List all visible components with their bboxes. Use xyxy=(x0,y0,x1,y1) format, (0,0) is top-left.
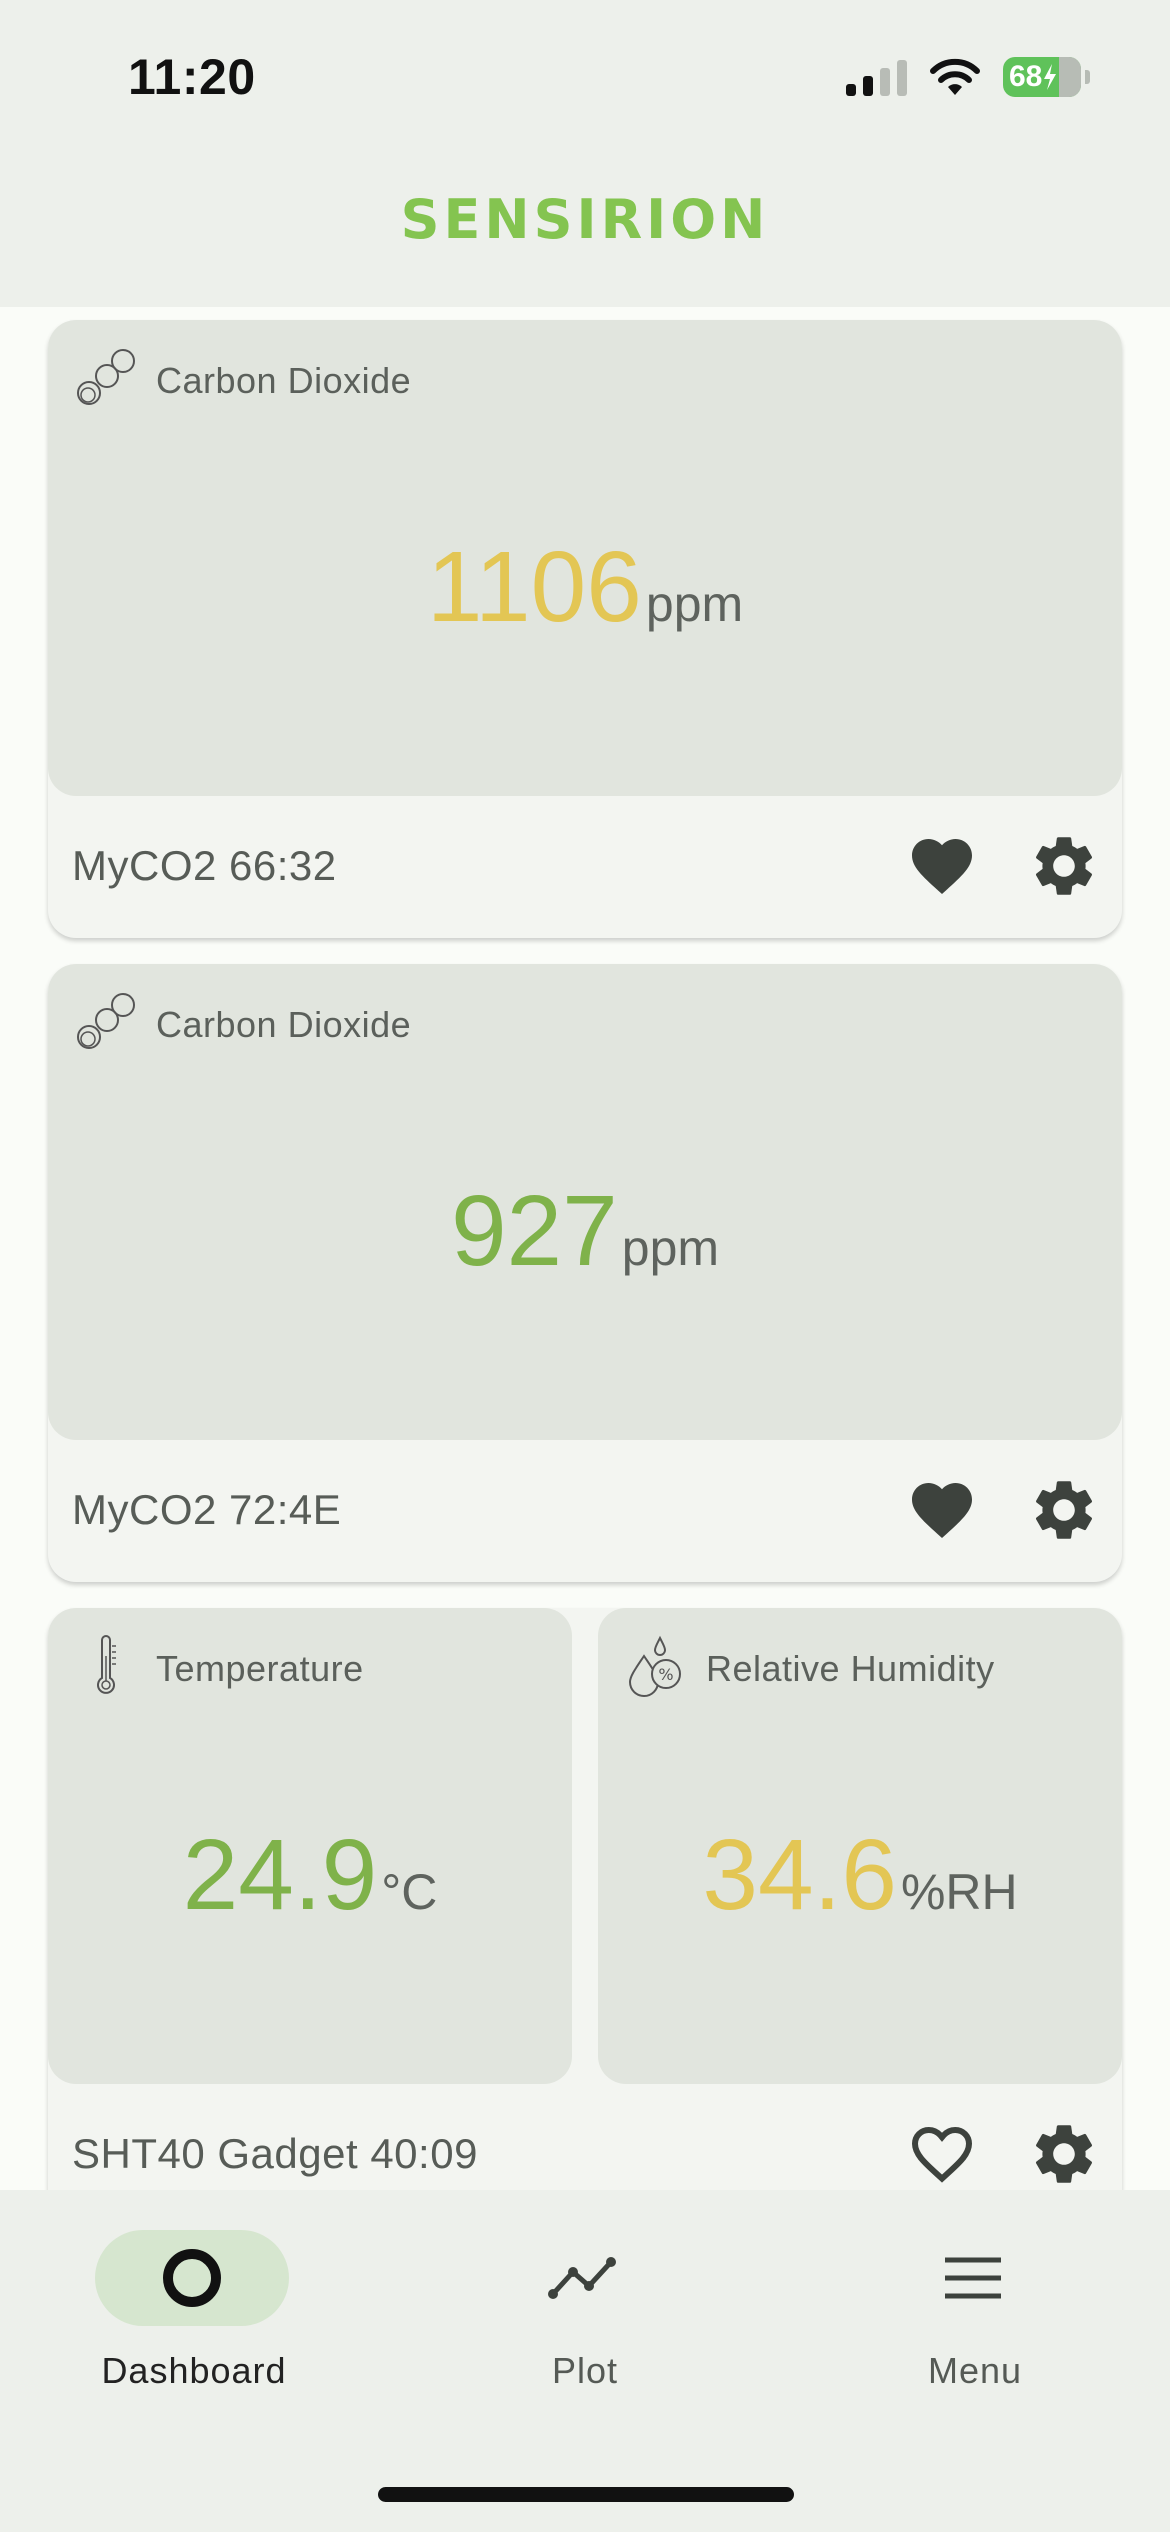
nav-label: Plot xyxy=(551,2350,619,2391)
sensor-unit: %RH xyxy=(900,1864,1018,1920)
sensor-unit: ppm xyxy=(645,576,744,632)
sensor-reading: 927ppm xyxy=(48,1174,1122,1289)
sensor-value: 24.9 xyxy=(182,1819,378,1931)
nav-item-plot[interactable]: Plot xyxy=(465,2230,705,2391)
sensor-value: 927 xyxy=(450,1175,618,1287)
status-icons: 68 xyxy=(846,54,1090,100)
sensor-reading: 24.9°C xyxy=(48,1818,572,1933)
molecule-icon xyxy=(77,993,135,1049)
sensor-tile-co2[interactable]: Carbon Dioxide 927ppm xyxy=(48,964,1122,1440)
sensor-reading: 34.6%RH xyxy=(598,1818,1122,1933)
status-time: 11:20 xyxy=(128,49,256,105)
card-footer: MyCO2 66:32 xyxy=(48,796,1122,938)
favorite-heart-outline-icon[interactable] xyxy=(906,2118,978,2190)
sensor-value: 1106 xyxy=(426,531,642,643)
settings-gear-icon[interactable] xyxy=(1028,830,1100,902)
favorite-heart-filled-icon[interactable] xyxy=(906,1474,978,1546)
device-card: Carbon Dioxide 1106ppm MyCO2 66:32 xyxy=(48,320,1122,938)
svg-text:%: % xyxy=(658,1665,673,1684)
app-screen: 11:20 68 SENSIRION Carbon Dioxide 1106pp… xyxy=(0,0,1170,2532)
header: 11:20 68 SENSIRION xyxy=(0,0,1170,307)
thermometer-icon xyxy=(97,1635,116,1694)
home-indicator[interactable] xyxy=(378,2487,794,2502)
molecule-icon xyxy=(77,349,135,405)
settings-gear-icon[interactable] xyxy=(1028,1474,1100,1546)
sensor-unit: ppm xyxy=(621,1220,720,1276)
bottom-navigation: Dashboard Plot Menu xyxy=(0,2190,1170,2532)
sensor-label: Relative Humidity xyxy=(706,1648,995,1689)
device-card: Carbon Dioxide 927ppm MyCO2 72:4E xyxy=(48,964,1122,1582)
device-name: MyCO2 66:32 xyxy=(72,842,337,889)
device-name: MyCO2 72:4E xyxy=(72,1486,342,1533)
sensor-tile-co2[interactable]: Carbon Dioxide 1106ppm xyxy=(48,320,1122,796)
wifi-icon xyxy=(930,58,980,95)
nav-item-dashboard[interactable]: Dashboard xyxy=(74,2230,314,2391)
line-plot-icon xyxy=(548,2257,616,2299)
battery-level: 68 xyxy=(1009,60,1043,93)
sensor-tile-temperature[interactable]: Temperature 24.9°C xyxy=(48,1608,572,2084)
sensor-label: Carbon Dioxide xyxy=(156,360,412,401)
settings-gear-icon[interactable] xyxy=(1028,2118,1100,2190)
nav-label: Menu xyxy=(927,2350,1023,2391)
nav-label: Dashboard xyxy=(101,2350,287,2391)
sensirion-logo: SENSIRION xyxy=(400,188,770,251)
battery-cap xyxy=(1085,70,1090,84)
device-card: Temperature 24.9°C % Relative Humidity 3… xyxy=(48,1608,1122,2226)
sensor-label: Carbon Dioxide xyxy=(156,1004,412,1045)
favorite-heart-filled-icon[interactable] xyxy=(906,830,978,902)
sensor-label: Temperature xyxy=(156,1648,364,1689)
cellular-signal-icon xyxy=(846,58,907,96)
sensor-unit: °C xyxy=(381,1864,438,1920)
card-footer: MyCO2 72:4E xyxy=(48,1440,1122,1582)
dashboard-circle-icon xyxy=(163,2249,221,2307)
battery-icon: 68 xyxy=(1003,57,1081,97)
device-name: SHT40 Gadget 40:09 xyxy=(72,2130,478,2177)
humidity-icon: % xyxy=(628,1635,681,1697)
sensor-value: 34.6 xyxy=(702,1819,897,1931)
hamburger-menu-icon xyxy=(945,2257,1001,2299)
sensor-reading: 1106ppm xyxy=(48,530,1122,645)
nav-item-menu[interactable]: Menu xyxy=(855,2230,1095,2391)
sensor-tile-humidity[interactable]: % Relative Humidity 34.6%RH xyxy=(598,1608,1122,2084)
